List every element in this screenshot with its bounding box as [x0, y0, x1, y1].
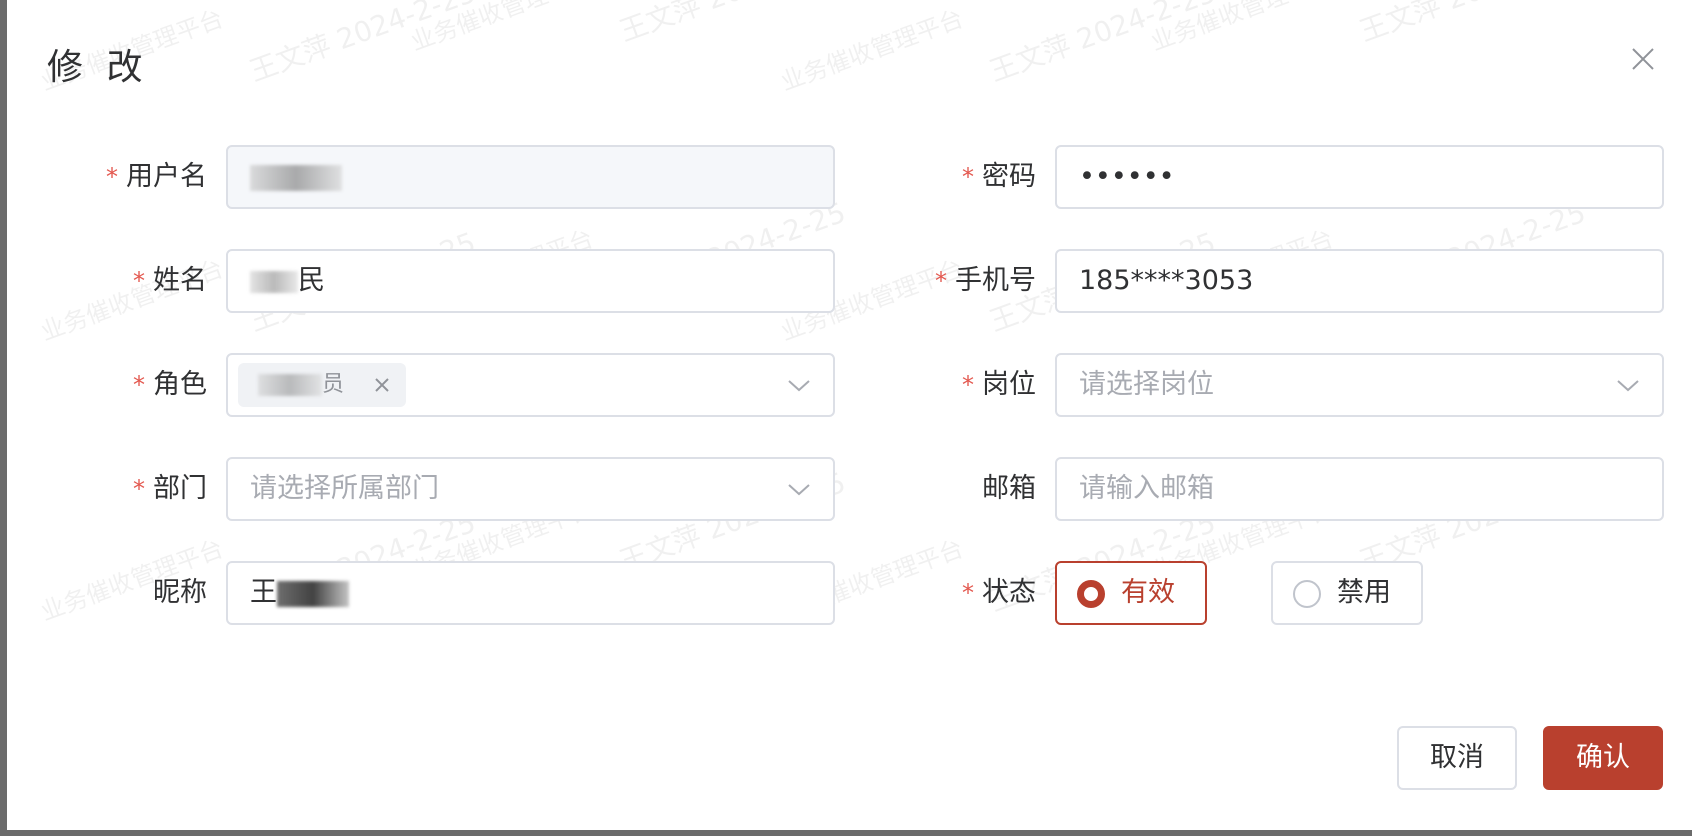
radio-dot — [1293, 580, 1321, 608]
chevron-down-icon — [788, 380, 810, 392]
required-star: * — [962, 163, 974, 191]
role-tag: 员 — [238, 363, 406, 407]
confirm-button[interactable]: 确认 — [1543, 726, 1663, 790]
email-input[interactable]: 请输入邮箱 — [1055, 457, 1664, 521]
redacted-value — [277, 580, 349, 607]
password-label: * 密码 — [962, 161, 1036, 192]
watermark: 业务催收管理平台王文萍 2024-2-25 — [777, 0, 1220, 97]
username-label: * 用户名 — [106, 161, 207, 192]
required-star: * — [133, 371, 145, 399]
password-input[interactable]: •••••• — [1055, 145, 1664, 209]
status-radio-disabled[interactable]: 禁用 — [1271, 561, 1423, 625]
phone-input[interactable]: 185****3053 — [1055, 249, 1664, 313]
department-label: * 部门 — [133, 473, 207, 504]
close-icon[interactable] — [372, 375, 392, 395]
username-input[interactable] — [226, 145, 835, 209]
required-star: * — [133, 267, 145, 295]
email-label: 邮箱 — [982, 473, 1036, 504]
nickname-input[interactable]: 王 — [226, 561, 835, 625]
required-star: * — [106, 163, 118, 191]
required-star: * — [962, 579, 974, 607]
watermark: 业务催收管理平台王文萍 2024-2-25 — [407, 0, 850, 57]
chevron-down-icon — [1617, 380, 1639, 392]
position-label: * 岗位 — [962, 369, 1036, 400]
phone-label: * 手机号 — [935, 265, 1036, 296]
role-label: * 角色 — [133, 369, 207, 400]
role-select[interactable]: 员 — [226, 353, 835, 417]
name-input[interactable]: 民 — [226, 249, 835, 313]
required-star: * — [133, 475, 145, 503]
cancel-button[interactable]: 取消 — [1397, 726, 1517, 790]
department-select[interactable]: 请选择所属部门 — [226, 457, 835, 521]
redacted-value — [258, 374, 322, 396]
dialog-title: 修 改 — [47, 47, 149, 88]
required-star: * — [935, 267, 947, 295]
name-label: * 姓名 — [133, 265, 207, 296]
redacted-value — [250, 270, 298, 293]
watermark: 业务催收管理平台王文萍 2024-2-25 — [1147, 0, 1590, 57]
chevron-down-icon — [788, 484, 810, 496]
edit-user-dialog: 业务催收管理平台王文萍 2024-2-25 业务催收管理平台王文萍 2024-2… — [7, 0, 1692, 830]
status-radio-active[interactable]: 有效 — [1055, 561, 1207, 625]
status-label: * 状态 — [962, 577, 1036, 608]
close-icon — [1632, 48, 1654, 70]
required-star: * — [962, 371, 974, 399]
nickname-label: 昵称 — [153, 577, 207, 608]
close-button[interactable] — [1628, 44, 1658, 74]
position-select[interactable]: 请选择岗位 — [1055, 353, 1664, 417]
radio-dot — [1077, 580, 1105, 608]
redacted-value — [250, 164, 342, 191]
